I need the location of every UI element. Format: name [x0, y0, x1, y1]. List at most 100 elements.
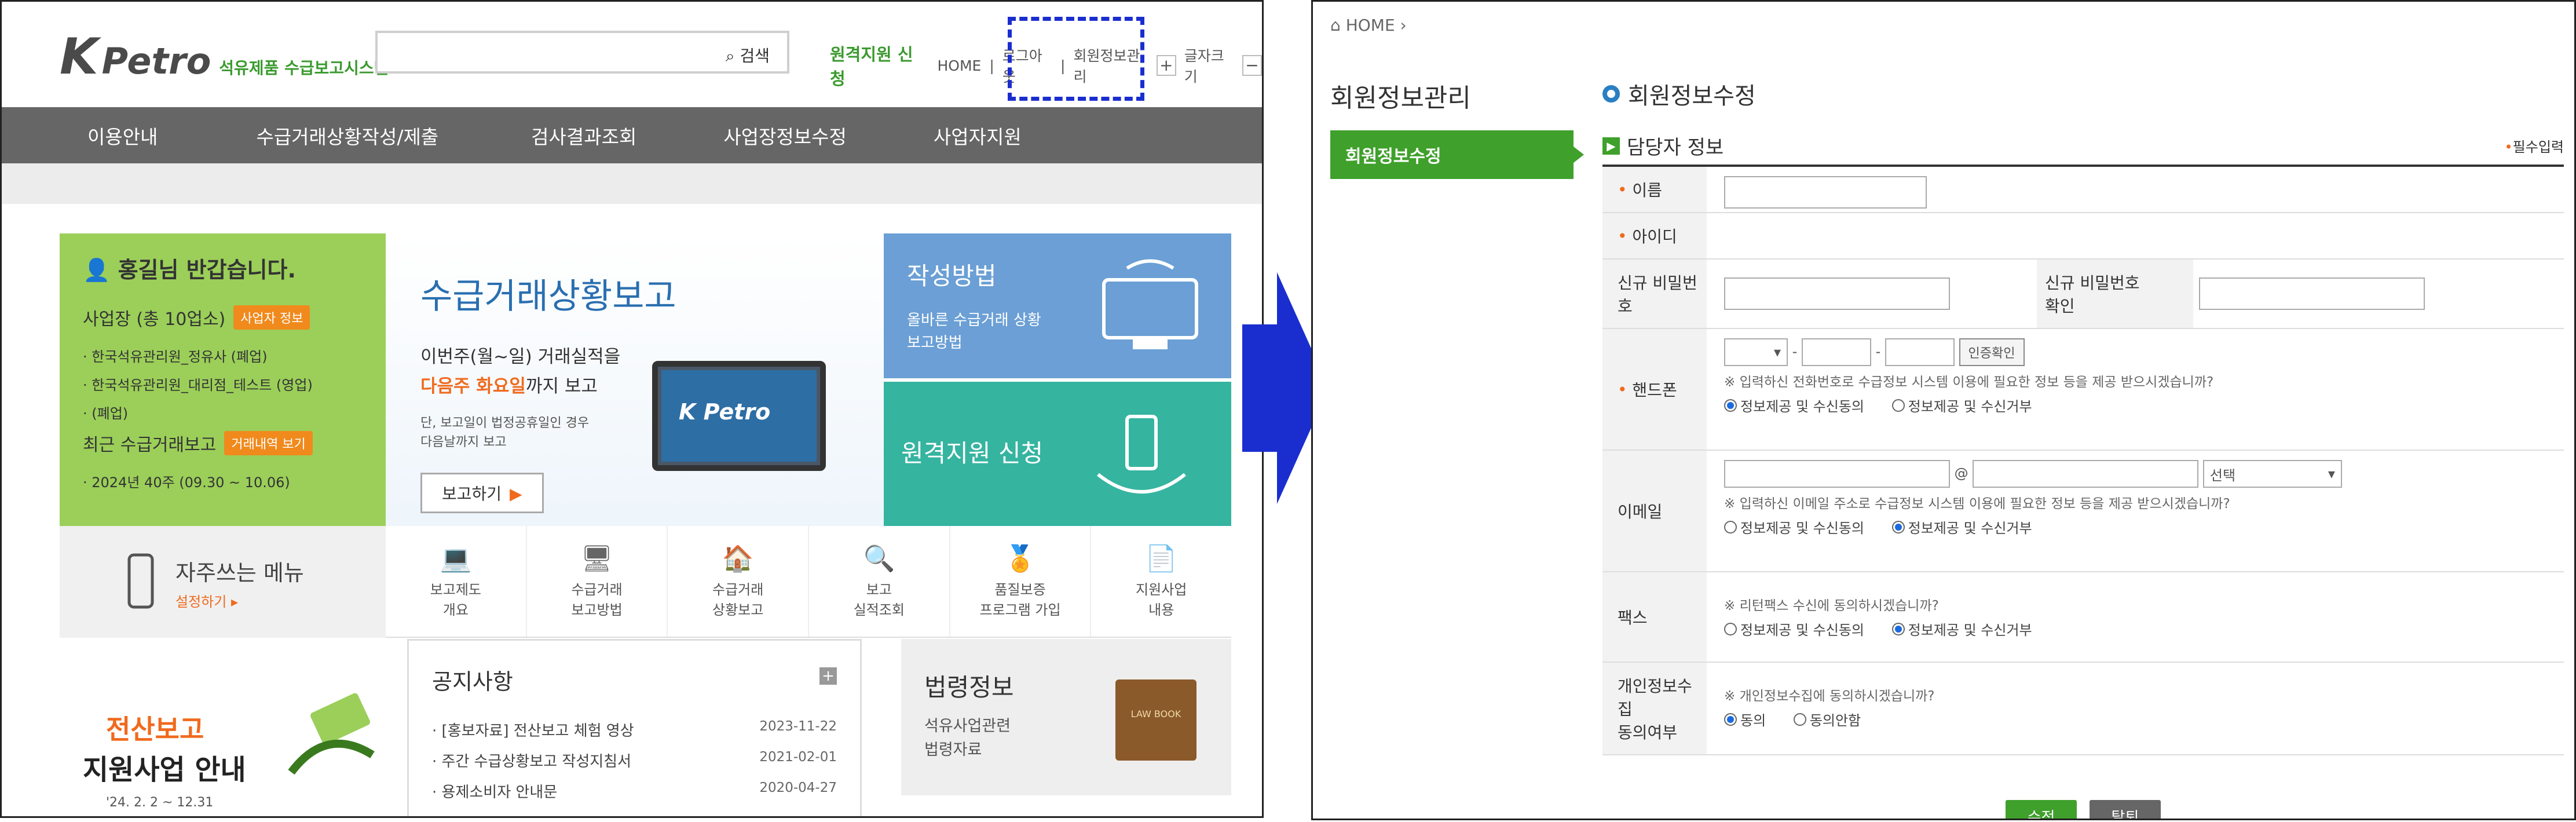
monitor-docs-icon: [1102, 259, 1198, 349]
view-history-button[interactable]: 거래내역 보기: [224, 431, 313, 455]
name-field[interactable]: [1724, 176, 1927, 209]
card-illustration: [288, 693, 375, 775]
confirm-password-field[interactable]: [2199, 277, 2425, 310]
logo-subtitle: 석유제품 수급보고시스템: [219, 59, 389, 78]
save-button[interactable]: 수정: [2005, 800, 2077, 819]
report-button[interactable]: 보고하기 ▶: [420, 473, 544, 513]
quick-item[interactable]: 💻 보고제도 개요: [386, 526, 527, 637]
phone-consent-no[interactable]: 정보제공 및 수신거부: [1891, 395, 2032, 415]
search-button[interactable]: ⌕ 검색: [726, 43, 770, 67]
member-form: 회원정보수정 ▶ 담당자 정보 •필수입력 • 이름 • 아이디 신규 비밀번호 …: [1602, 77, 2564, 819]
fax-consent-yes[interactable]: 정보제공 및 수신동의: [1724, 619, 1864, 639]
id-label: • 아이디: [1602, 213, 1707, 258]
notice-date: 2021-02-01: [759, 750, 837, 765]
phone-prefix-select[interactable]: ▾: [1724, 338, 1788, 366]
withdraw-button[interactable]: 탈퇴: [2089, 800, 2161, 819]
phone-dash: -: [1792, 344, 1798, 360]
name-label: • 이름: [1602, 167, 1707, 212]
quick-item[interactable]: 🏅 품질보증 프로그램 가입: [950, 526, 1092, 637]
radio-checked-icon: [1891, 520, 1905, 534]
confirm-password-label-a: 신규 비밀번호: [2045, 273, 2140, 293]
section-header: ▶ 담당자 정보 •필수입력: [1602, 131, 2564, 167]
nav-item-site-info[interactable]: 사업장정보수정: [723, 122, 847, 149]
home-link[interactable]: HOME: [938, 57, 982, 74]
radio-checked-icon: [1891, 622, 1905, 635]
notice-title: 공지사항: [432, 669, 513, 695]
phone-dash: -: [1875, 344, 1881, 360]
radio-label: 동의: [1740, 713, 1766, 729]
privacy-label-a: 개인정보수집: [1618, 677, 1692, 719]
quick-item-label: 개요: [442, 602, 469, 618]
monitor-screen-logo: K Petro: [661, 370, 817, 462]
medal-icon: 🏅: [1004, 544, 1036, 573]
quick-item[interactable]: 🔍 보고 실적조회: [809, 526, 950, 637]
sidebar-item-member-edit[interactable]: 회원정보수정: [1330, 130, 1584, 179]
phone-middle-field[interactable]: [1801, 338, 1871, 366]
fax-consent-no[interactable]: 정보제공 및 수신거부: [1891, 619, 2032, 639]
law-info-box[interactable]: 법령정보 석유사업관련 법령자료 LAW BOOK: [901, 639, 1231, 795]
chevron-down-icon: ▾: [1773, 344, 1781, 360]
email-local-field[interactable]: [1724, 460, 1950, 488]
quick-item[interactable]: 🏠 수급거래 상황보고: [668, 526, 810, 637]
report-button-label: 보고하기: [442, 484, 502, 503]
sub-bar: [2, 163, 1262, 204]
privacy-consent-no[interactable]: 동의안함: [1793, 709, 1861, 729]
kpetro-logo[interactable]: K Petro 석유제품 수급보고시스템: [60, 32, 389, 82]
recent-period: · 2024년 40주 (09.30 ~ 10.06): [83, 474, 290, 491]
quick-item-label: 프로그램 가입: [979, 602, 1061, 618]
phone-last-field[interactable]: [1885, 338, 1955, 366]
phone-note: ※ 입력하신 전화번호로 수급정보 시스템 이용에 필요한 정보 등을 제공 받…: [1724, 375, 2214, 390]
privacy-note: ※ 개인정보수집에 동의하시겠습니까?: [1724, 689, 1935, 704]
recent-report-label: 최근 수급거래보고: [83, 435, 217, 455]
quick-item[interactable]: 📄 지원사업 내용: [1091, 526, 1231, 637]
section-title: 담당자 정보: [1627, 136, 1724, 159]
quick-item-label: 수급거래: [571, 582, 623, 598]
font-increase-button[interactable]: +: [1156, 55, 1176, 76]
quick-icon-row: 💻 보고제도 개요 🖥 수급거래 보고방법 🏠 수급거래 상황보고 🔍 보고 실적조회 🏅 품질보…: [386, 526, 1231, 638]
law-line2: 법령자료: [924, 740, 982, 759]
email-consent-yes[interactable]: 정보제공 및 수신동의: [1724, 517, 1864, 537]
notice-item[interactable]: · 주간 수급상황보고 작성지침서 2021-02-01: [432, 750, 837, 771]
new-password-field[interactable]: [1724, 277, 1950, 310]
email-domain-select[interactable]: 선택 ▾: [2202, 460, 2342, 488]
font-decrease-button[interactable]: −: [1242, 55, 1262, 76]
privacy-consent-yes[interactable]: 동의: [1724, 709, 1766, 729]
support-banner[interactable]: 전산보고 지원사업 안내 '24. 2. 2 ~ 12.31: [60, 639, 384, 816]
font-size-label: 글자크기: [1184, 48, 1224, 85]
verify-button[interactable]: 인증확인: [1959, 338, 2025, 366]
row-privacy: 개인정보수집 동의여부 ※ 개인정보수집에 동의하시겠습니까? 동의 동의안함: [1602, 663, 2564, 755]
search-input[interactable]: ⌕ 검색: [375, 31, 789, 74]
member-edit-screenshot: ⌂ HOME › 회원정보관리 회원정보수정 회원정보수정 ▶ 담당자 정보 •필…: [1311, 0, 2576, 820]
notice-item[interactable]: · 용제소비자 안내문 2020-04-27: [432, 780, 837, 802]
email-domain-field[interactable]: [1973, 460, 2199, 488]
nav-item-inspection[interactable]: 검사결과조회: [531, 122, 636, 149]
nav-item-guide[interactable]: 이용안내: [87, 122, 158, 149]
search-button-label: 검색: [740, 46, 770, 65]
remote-support-link[interactable]: 원격지원 신청: [830, 41, 923, 90]
fax-note: ※ 리턴팩스 수신에 동의하시겠습니까?: [1724, 598, 1939, 613]
magnifier-icon: 🔍: [863, 544, 895, 573]
id-label-text: 아이디: [1632, 227, 1677, 246]
nav-item-support[interactable]: 사업자지원: [934, 122, 1022, 149]
business-info-button[interactable]: 사업자 정보: [233, 305, 310, 330]
notice-date: 2020-04-27: [759, 780, 837, 795]
phone-consent-yes[interactable]: 정보제공 및 수신동의: [1724, 395, 1864, 415]
how-to-box[interactable]: 작성방법 올바른 수급거래 상황 보고방법: [884, 233, 1231, 378]
phone-label-text: 핸드폰: [1632, 381, 1677, 400]
phone-label: • 핸드폰: [1602, 329, 1707, 450]
how-to-line2: 보고방법: [907, 334, 963, 352]
breadcrumb-home[interactable]: HOME: [1346, 16, 1395, 35]
remote-icon: [1097, 415, 1186, 494]
notice-more-button[interactable]: +: [819, 667, 837, 685]
remote-support-box[interactable]: 원격지원 신청: [884, 382, 1231, 526]
greeting: 👤 홍길님 반갑습니다.: [83, 252, 363, 284]
quick-item[interactable]: 🖥 수급거래 보고방법: [527, 526, 668, 637]
banner-title: 수급거래상황보고: [420, 276, 676, 317]
nav-item-report[interactable]: 수급거래상황작성/제출: [256, 122, 438, 149]
notice-item[interactable]: · [홍보자료] 전산보고 체험 영상 2023-11-22: [432, 719, 837, 740]
favorite-setting-label: 설정하기: [175, 594, 227, 610]
email-consent-no[interactable]: 정보제공 및 수신거부: [1891, 517, 2032, 537]
quick-item-label: 수급거래: [712, 582, 764, 598]
favorite-setting-link[interactable]: 설정하기 ▸: [175, 590, 386, 611]
page-title: 회원정보관리: [1330, 83, 1471, 113]
